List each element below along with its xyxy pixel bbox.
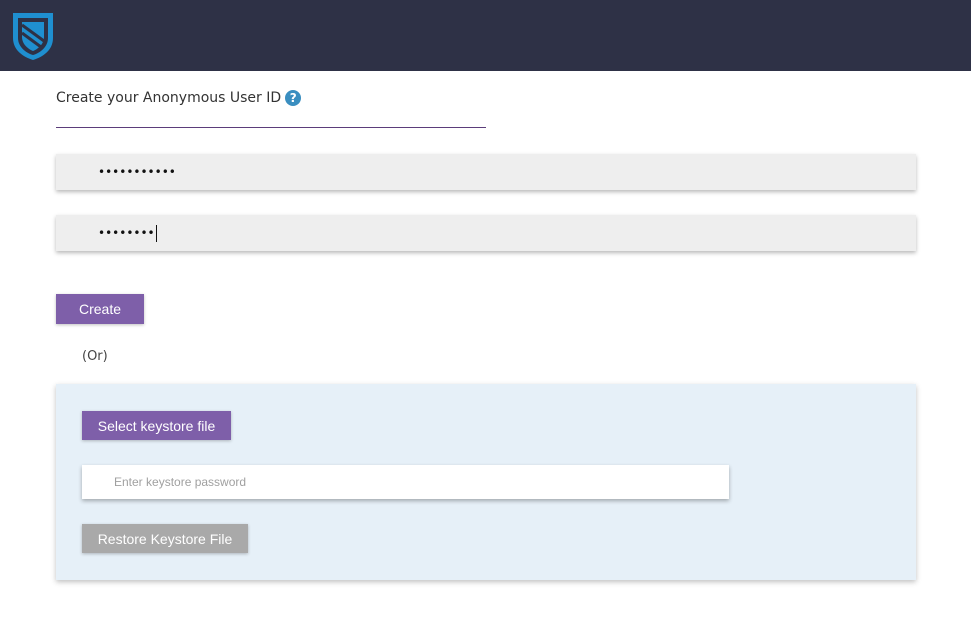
password-value: ••••••••••• (98, 165, 176, 179)
create-button[interactable]: Create (56, 294, 144, 324)
keystore-panel: Select keystore file Restore Keystore Fi… (56, 384, 916, 580)
confirm-password-value: •••••••• (98, 225, 157, 242)
or-separator: (Or) (82, 349, 108, 364)
password-field[interactable]: ••••••••••• (56, 154, 916, 190)
text-caret (155, 225, 157, 242)
page-title: Create your Anonymous User ID (56, 90, 282, 106)
confirm-password-field[interactable]: •••••••• (56, 215, 916, 251)
keystore-password-input[interactable] (82, 465, 729, 499)
title-underline (56, 127, 486, 128)
keystore-password-field[interactable] (82, 465, 729, 499)
help-icon[interactable]: ? (285, 90, 302, 106)
title-row: Create your Anonymous User ID ? (56, 90, 302, 106)
app-header (0, 0, 971, 71)
shield-logo-icon[interactable] (10, 11, 56, 61)
select-keystore-button[interactable]: Select keystore file (82, 411, 231, 440)
restore-keystore-button[interactable]: Restore Keystore File (82, 524, 248, 553)
